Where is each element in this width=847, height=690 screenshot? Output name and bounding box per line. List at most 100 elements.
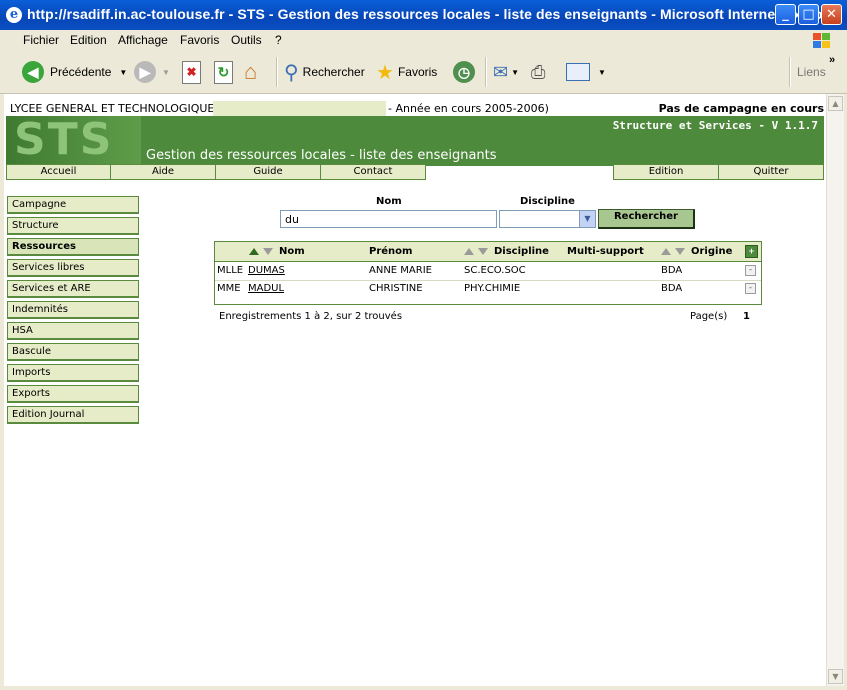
row-origine: BDA (661, 265, 683, 276)
col-nom[interactable]: Nom (279, 246, 305, 257)
edit-page-icon (566, 63, 590, 81)
row-prenom: ANNE MARIE (369, 265, 432, 276)
maximize-button[interactable]: □ (798, 4, 819, 25)
app-version: Structure et Services - V 1.1.7 (612, 119, 818, 132)
stop-button[interactable]: ✖ (182, 59, 201, 85)
mail-dropdown-icon[interactable]: ▼ (511, 68, 519, 77)
sidebar-item-services-are[interactable]: Services et ARE (7, 280, 139, 298)
school-name-highlight (213, 101, 386, 116)
sort-desc-icon[interactable] (263, 248, 273, 255)
chevron-down-icon[interactable]: ▼ (579, 211, 595, 227)
close-button[interactable]: ✕ (821, 4, 842, 25)
vertical-scrollbar[interactable]: ▲ ▼ (826, 94, 844, 686)
menu-favoris[interactable]: Favoris (180, 33, 219, 47)
table-header: Nom Prénom Discipline Multi-support Orig… (215, 242, 761, 262)
back-arrow-icon: ◀ (22, 61, 44, 83)
sidebar-item-hsa[interactable]: HSA (7, 322, 139, 340)
favorites-label: Favoris (397, 65, 438, 79)
row-civilite: MLLE (217, 265, 244, 276)
sort-asc-icon[interactable] (464, 248, 474, 255)
mail-icon: ✉ (493, 61, 509, 82)
col-discipline[interactable]: Discipline (494, 246, 549, 257)
menu-affichage[interactable]: Affichage (118, 33, 168, 47)
pages-label: Page(s) (690, 311, 728, 322)
tab-bar: Accueil Aide Guide Contact Edition Quitt… (6, 164, 824, 181)
banner: STS Structure et Services - V 1.1.7 Gest… (6, 114, 824, 166)
menu-fichier[interactable]: Fichier (23, 33, 59, 47)
edit-dropdown-icon[interactable]: ▼ (598, 68, 606, 77)
sidebar-item-indemnites[interactable]: Indemnités (7, 301, 139, 319)
links-button[interactable]: Liens (797, 59, 826, 85)
tab-accueil[interactable]: Accueil (6, 164, 111, 180)
links-label: Liens (797, 65, 826, 79)
sidebar-item-imports[interactable]: Imports (7, 364, 139, 382)
remove-icon[interactable]: - (745, 265, 756, 276)
history-button[interactable]: ◷ (453, 59, 475, 85)
back-label: Précédente (50, 65, 112, 79)
col-prenom: Prénom (369, 246, 413, 257)
back-button[interactable]: ◀ Précédente ▼ (22, 59, 127, 85)
windows-logo-icon (809, 30, 839, 51)
sort-desc-icon[interactable] (675, 248, 685, 255)
tab-aide[interactable]: Aide (110, 164, 216, 180)
sidebar-item-edition-journal[interactable]: Edition Journal (7, 406, 139, 424)
discipline-select[interactable]: ▼ (499, 210, 596, 228)
star-icon: ★ (376, 61, 394, 84)
tab-edition[interactable]: Edition (613, 164, 719, 180)
sidebar-item-services-libres[interactable]: Services libres (7, 259, 139, 277)
sort-desc-icon[interactable] (478, 248, 488, 255)
forward-dropdown-icon[interactable]: ▼ (162, 68, 170, 77)
tab-quitter[interactable]: Quitter (718, 164, 824, 180)
sort-asc-icon[interactable] (661, 248, 671, 255)
toolbar: ◀ Précédente ▼ ▶ ▼ ✖ ↻ ⌂ ⚲ Rechercher ★ … (0, 51, 847, 94)
search-label: Rechercher (302, 65, 365, 79)
ie-logo-icon: e (6, 7, 22, 23)
sidebar-item-structure[interactable]: Structure (7, 217, 139, 235)
print-button[interactable]: ⎙ (531, 59, 545, 85)
row-prenom: CHRISTINE (369, 283, 423, 294)
menu-help[interactable]: ? (275, 33, 282, 47)
nom-label: Nom (376, 196, 402, 207)
history-icon: ◷ (453, 61, 475, 83)
nom-input[interactable] (280, 210, 497, 228)
col-multi-support: Multi-support (567, 246, 644, 257)
sidebar-item-exports[interactable]: Exports (7, 385, 139, 403)
print-icon: ⎙ (531, 61, 546, 82)
tab-guide[interactable]: Guide (215, 164, 321, 180)
rechercher-button[interactable]: Rechercher (598, 209, 695, 229)
sidebar-item-ressources[interactable]: Ressources (7, 238, 139, 256)
refresh-icon: ↻ (214, 60, 233, 84)
back-dropdown-icon[interactable]: ▼ (119, 68, 127, 77)
remove-icon[interactable]: - (745, 283, 756, 294)
discipline-label: Discipline (520, 196, 575, 207)
page-number[interactable]: 1 (743, 311, 750, 322)
search-button[interactable]: ⚲ Rechercher (284, 59, 365, 85)
refresh-button[interactable]: ↻ (214, 59, 233, 85)
col-origine[interactable]: Origine (691, 246, 732, 257)
menu-edition[interactable]: Edition (70, 33, 107, 47)
minimize-button[interactable]: _ (775, 4, 796, 25)
table-row: MLLE DUMAS ANNE MARIE SC.ECO.SOC BDA - (215, 262, 761, 281)
menu-outils[interactable]: Outils (231, 33, 262, 47)
records-count: Enregistrements 1 à 2, sur 2 trouvés (219, 311, 403, 322)
add-icon[interactable]: + (745, 245, 758, 258)
favorites-button[interactable]: ★ Favoris (376, 59, 437, 85)
scroll-up-icon[interactable]: ▲ (828, 96, 843, 111)
tab-contact[interactable]: Contact (320, 164, 426, 180)
header-line: LYCEE GENERAL ET TECHNOLOGIQUE - Année e… (4, 96, 826, 116)
row-nom-link[interactable]: MADUL (248, 283, 284, 294)
home-button[interactable]: ⌂ (244, 59, 257, 85)
sidebar-item-campagne[interactable]: Campagne (7, 196, 139, 214)
results-table: Nom Prénom Discipline Multi-support Orig… (214, 241, 762, 305)
row-nom-link[interactable]: DUMAS (248, 265, 285, 276)
scroll-down-icon[interactable]: ▼ (828, 669, 843, 684)
mail-button[interactable]: ✉ ▼ (493, 59, 519, 85)
table-row: MME MADUL CHRISTINE PHY.CHIMIE BDA - (215, 280, 761, 298)
toolbar-overflow-icon[interactable]: » (829, 54, 835, 66)
search-icon: ⚲ (284, 61, 299, 84)
edit-page-button[interactable]: ▼ (566, 59, 606, 85)
sort-asc-icon[interactable] (249, 248, 259, 255)
sidebar-item-bascule[interactable]: Bascule (7, 343, 139, 361)
forward-button[interactable]: ▶ ▼ (134, 59, 170, 85)
forward-arrow-icon: ▶ (134, 61, 156, 83)
